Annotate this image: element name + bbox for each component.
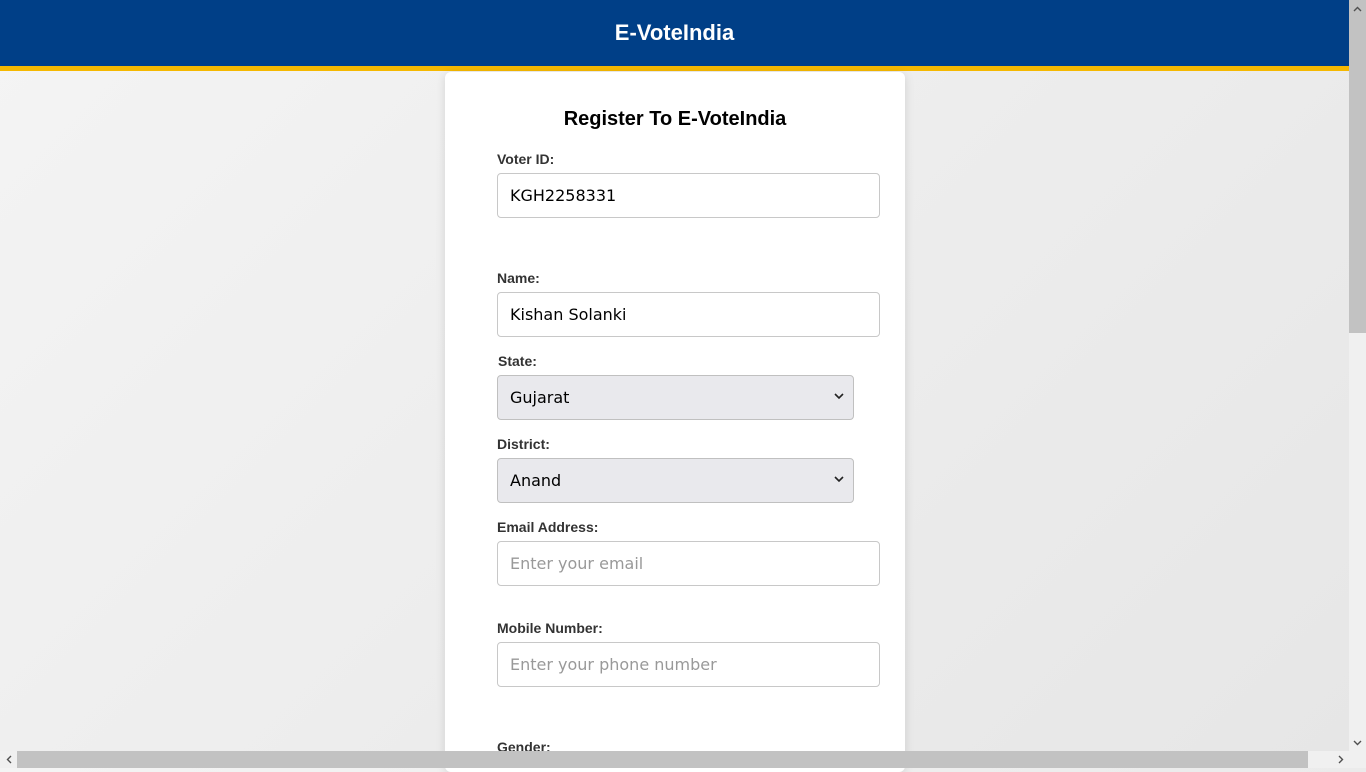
email-input[interactable]: [497, 541, 880, 586]
name-label: Name:: [497, 270, 540, 286]
form-title: Register To E-VoteIndia: [563, 108, 787, 130]
chevron-down-icon: [834, 393, 844, 400]
registration-form: Register To E-VoteIndia Voter ID: Name: …: [445, 72, 905, 772]
district-select[interactable]: Anand: [497, 458, 854, 503]
state-select-value: Gujarat: [510, 388, 570, 407]
horizontal-scrollbar-thumb[interactable]: [17, 751, 1308, 768]
state-label: State:: [498, 353, 537, 369]
district-select-value: Anand: [510, 471, 562, 490]
name-input[interactable]: [497, 292, 880, 337]
vertical-scrollbar-thumb[interactable]: [1349, 0, 1366, 333]
scroll-up-arrow-icon[interactable]: [1349, 0, 1366, 17]
email-label: Email Address:: [497, 519, 599, 535]
scroll-down-arrow-icon[interactable]: [1349, 734, 1366, 751]
voter-id-input[interactable]: [497, 173, 880, 218]
district-label: District:: [497, 436, 550, 452]
scroll-left-arrow-icon[interactable]: [0, 751, 17, 768]
chevron-down-icon: [834, 476, 844, 483]
state-select[interactable]: Gujarat: [497, 375, 854, 420]
mobile-label: Mobile Number:: [497, 620, 603, 636]
app-title: E-VoteIndia: [614, 20, 735, 45]
voter-id-label: Voter ID:: [497, 151, 555, 167]
scrollbar-corner: [1349, 751, 1366, 768]
scroll-right-arrow-icon[interactable]: [1332, 751, 1349, 768]
app-header: E-VoteIndia: [0, 0, 1349, 71]
mobile-input[interactable]: [497, 642, 880, 687]
